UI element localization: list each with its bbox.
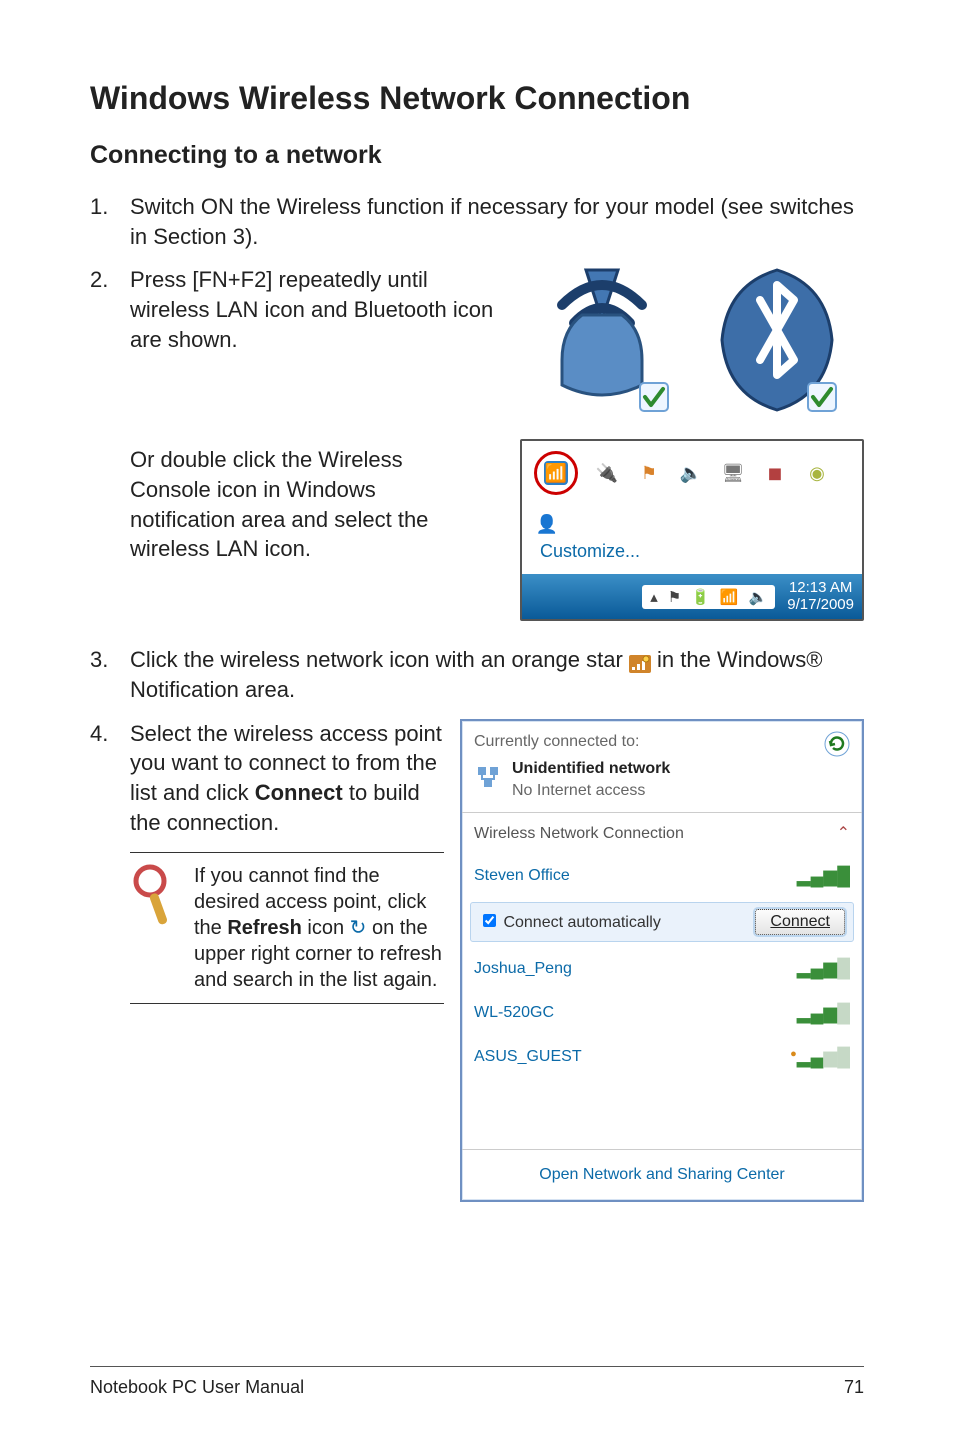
app-icon[interactable]: ◼ xyxy=(762,460,788,486)
step-4: 4. Select the wireless access point you … xyxy=(90,719,864,1202)
page-heading: Windows Wireless Network Connection xyxy=(90,80,864,117)
wifi-network-name: ASUS_GUEST xyxy=(474,1046,582,1068)
signal-strength-icon: ▂▄▆█ xyxy=(797,956,850,980)
open-network-sharing-link[interactable]: Open Network and Sharing Center xyxy=(462,1149,862,1200)
page-footer: Notebook PC User Manual 71 xyxy=(90,1366,864,1398)
wifi-network-item[interactable]: Joshua_Peng ▂▄▆█ xyxy=(462,946,862,990)
step-2-alt-text: Or double click the Wireless Console ico… xyxy=(130,445,483,564)
refresh-button[interactable] xyxy=(824,731,850,764)
power-icon[interactable]: 🔌 xyxy=(594,460,620,486)
wireless-console-icon[interactable]: 📶 xyxy=(544,461,568,485)
wifi-network-name: WL-520GC xyxy=(474,1002,554,1024)
system-clock[interactable]: 12:13 AM 9/17/2009 xyxy=(787,580,854,613)
wireless-network-star-icon xyxy=(629,651,651,669)
tray-network-icon[interactable]: 📶 xyxy=(720,588,739,606)
footer-title: Notebook PC User Manual xyxy=(90,1377,304,1398)
wireless-section-label: Wireless Network Connection xyxy=(474,823,684,845)
network-name: Unidentified network xyxy=(512,758,670,780)
collapse-icon[interactable]: ⌃ xyxy=(837,823,850,845)
connected-to-label: Currently connected to: xyxy=(474,731,670,753)
tray-chevron-icon[interactable]: ▴ xyxy=(650,588,658,606)
signal-strength-icon: ●▂▄▆█ xyxy=(790,1045,850,1069)
tip-callout: If you cannot find the desired access po… xyxy=(130,852,444,1004)
wireless-console-icon-highlight: 📶 xyxy=(534,451,578,495)
customize-link[interactable]: Customize... xyxy=(534,537,850,568)
tip-text-mid: icon xyxy=(302,917,350,939)
connect-automatically-checkbox[interactable]: Connect automatically xyxy=(479,911,661,934)
magnifier-icon xyxy=(132,863,176,927)
taskbar: ▴ ⚑ 🔋 📶 🔈 12:13 AM 9/17/2009 xyxy=(522,574,862,619)
network-category-icon xyxy=(474,763,502,798)
connect-button[interactable]: Connect xyxy=(755,909,845,935)
wifi-icon xyxy=(532,265,672,415)
action-center-icon[interactable]: ⚑ xyxy=(636,460,662,486)
connect-automatically-input[interactable] xyxy=(483,914,496,927)
volume-icon[interactable]: 🔈 xyxy=(678,460,704,486)
step-text-bold: Connect xyxy=(255,780,343,805)
tip-text-bold: Refresh xyxy=(227,917,301,939)
bluetooth-icon xyxy=(712,265,842,415)
step-text: Press [FN+F2] repeatedly until wireless … xyxy=(130,265,509,354)
step-2: 2. Press [FN+F2] repeatedly until wirele… xyxy=(90,265,864,415)
monitor-icon[interactable]: 🖥 xyxy=(720,460,746,486)
page-number: 71 xyxy=(844,1377,864,1398)
wifi-network-item[interactable]: ASUS_GUEST ●▂▄▆█ xyxy=(462,1035,862,1079)
wifi-network-connect-row: Connect automatically Connect xyxy=(470,902,854,942)
step-number: 1. xyxy=(90,192,130,251)
wifi-network-name: Joshua_Peng xyxy=(474,958,572,980)
step-number: 4. xyxy=(90,719,130,1202)
notification-tray-popup: 📶 🔌 ⚑ 🔈 🖥 ◼ ◉ 👤 Customize... ▴ xyxy=(520,439,864,621)
signal-strength-icon: ▂▄▆█ xyxy=(797,864,850,888)
step-number: 2. xyxy=(90,265,130,415)
network-access-status: No Internet access xyxy=(512,780,670,802)
tray-power-icon[interactable]: 🔋 xyxy=(691,588,710,606)
user-icon[interactable]: 👤 xyxy=(534,511,560,537)
tray-volume-icon[interactable]: 🔈 xyxy=(749,588,768,606)
step-1: 1. Switch ON the Wireless function if ne… xyxy=(90,192,864,251)
step-number: 3. xyxy=(90,645,130,704)
step-text: Switch ON the Wireless function if neces… xyxy=(130,192,864,251)
disc-icon[interactable]: ◉ xyxy=(804,460,830,486)
signal-strength-icon: ▂▄▆█ xyxy=(797,1001,850,1025)
tray-flag-icon[interactable]: ⚑ xyxy=(668,588,681,606)
wifi-network-item[interactable]: WL-520GC ▂▄▆█ xyxy=(462,991,862,1035)
network-flyout: Currently connected to: Unidentified net… xyxy=(460,719,864,1202)
refresh-icon: ↻ xyxy=(350,915,367,941)
step-text-pre: Click the wireless network icon with an … xyxy=(130,647,629,672)
wifi-network-name: Steven Office xyxy=(474,865,570,887)
step-3: 3. Click the wireless network icon with … xyxy=(90,645,864,704)
wifi-network-item[interactable]: Steven Office ▂▄▆█ xyxy=(462,854,862,898)
section-heading: Connecting to a network xyxy=(90,141,864,170)
